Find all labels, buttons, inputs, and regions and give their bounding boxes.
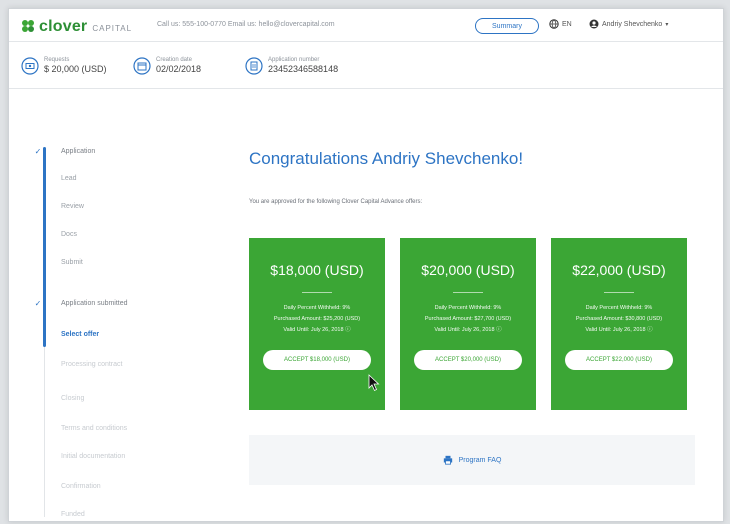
- offer-detail: Valid Until: July 26, 2018 ⓘ: [434, 327, 502, 333]
- application-info-bar: Requests $ 20,000 (USD) Creation date 02…: [9, 42, 723, 89]
- info-requests: Requests $ 20,000 (USD): [21, 56, 107, 75]
- logo-subtext: CAPITAL: [92, 24, 133, 33]
- mouse-cursor-icon: [368, 374, 380, 392]
- offer-card: $20,000 (USD) Daily Percent Withheld: 9%…: [400, 238, 536, 410]
- step-confirmation[interactable]: Confirmation: [33, 483, 101, 490]
- offer-amount: $20,000 (USD): [421, 262, 515, 278]
- contact-info: Call us: 555-100-0770 Email us: hello@cl…: [157, 21, 335, 28]
- offer-card: $18,000 (USD) Daily Percent Withheld: 9%…: [249, 238, 385, 410]
- offer-detail: Valid Until: July 26, 2018 ⓘ: [283, 327, 351, 333]
- info-value: 23452346588148: [268, 64, 339, 74]
- info-value: 02/02/2018: [156, 64, 202, 74]
- step-label: Terms and conditions: [61, 425, 128, 432]
- offer-detail: Purchased Amount: $30,800 (USD): [575, 316, 663, 322]
- page-title: Congratulations Andriy Shevchenko!: [249, 149, 524, 168]
- offer-detail: Purchased Amount: $27,700 (USD): [424, 316, 512, 322]
- offer-card: $22,000 (USD) Daily Percent Withheld: 9%…: [551, 238, 687, 410]
- step-initial-docs[interactable]: Initial documentation: [33, 453, 125, 460]
- info-label: Application number: [268, 57, 320, 63]
- offer-detail: Purchased Amount: $25,200 (USD): [273, 316, 361, 322]
- step-label: Closing: [61, 395, 85, 402]
- logo[interactable]: clover CAPITAL: [21, 17, 132, 36]
- print-icon: [443, 455, 452, 465]
- step-label: Submit: [61, 259, 83, 266]
- progress-rail-pending: [44, 347, 45, 517]
- step-label: Application submitted: [61, 300, 128, 307]
- info-icon[interactable]: ⓘ: [345, 327, 351, 333]
- money-icon: [21, 56, 39, 75]
- info-icon[interactable]: ⓘ: [496, 327, 502, 333]
- faq-label: Program FAQ: [458, 456, 502, 464]
- language-label: EN: [562, 20, 572, 28]
- summary-button[interactable]: Summary: [475, 18, 539, 34]
- info-label: Creation date: [156, 57, 193, 63]
- info-application-number: Application number 23452346588148: [245, 56, 338, 75]
- language-selector[interactable]: EN: [549, 19, 572, 29]
- step-label: Initial documentation: [61, 453, 126, 460]
- info-label: Requests: [44, 57, 70, 63]
- step-review[interactable]: Review: [33, 203, 84, 210]
- app-window: clover CAPITAL Call us: 555-100-0770 Ema…: [8, 8, 724, 522]
- user-menu[interactable]: Andriy Shevchenko ▾: [589, 19, 668, 29]
- step-processing-contract[interactable]: Processing contract: [33, 361, 122, 368]
- step-submit[interactable]: Submit: [33, 259, 83, 266]
- top-bar: clover CAPITAL Call us: 555-100-0770 Ema…: [9, 9, 723, 42]
- offer-detail: Daily Percent Withheld: 9%: [585, 305, 653, 311]
- offer-amount: $22,000 (USD): [572, 262, 666, 278]
- step-label: Docs: [61, 231, 77, 238]
- step-label: Select offer: [61, 331, 100, 338]
- step-funded[interactable]: Funded: [33, 511, 85, 518]
- calendar-icon: [133, 56, 151, 75]
- info-creation-date: Creation date 02/02/2018: [133, 56, 201, 75]
- check-icon: ✓: [34, 147, 42, 156]
- faq-bar[interactable]: Program FAQ: [249, 435, 695, 485]
- step-application[interactable]: ✓ Application: [33, 147, 96, 156]
- document-icon: [245, 56, 263, 75]
- offer-divider: [302, 292, 332, 293]
- user-icon: [589, 19, 599, 29]
- step-select-offer[interactable]: Select offer: [33, 331, 99, 338]
- step-application-submitted[interactable]: ✓ Application submitted: [33, 299, 128, 308]
- step-label: Processing contract: [61, 361, 123, 368]
- offer-divider: [453, 292, 483, 293]
- offer-detail: Daily Percent Withheld: 9%: [434, 305, 502, 311]
- step-label: Confirmation: [61, 483, 101, 490]
- info-value: $ 20,000 (USD): [44, 64, 107, 74]
- info-icon[interactable]: ⓘ: [647, 327, 653, 333]
- step-label: Funded: [61, 511, 85, 518]
- step-label: Review: [61, 203, 84, 210]
- check-icon: ✓: [34, 299, 42, 308]
- step-label: Lead: [61, 175, 77, 182]
- step-lead[interactable]: Lead: [33, 175, 77, 182]
- offer-amount: $18,000 (USD): [270, 262, 364, 278]
- progress-sidebar: ✓ Application Lead Review Docs Submit ✓ …: [33, 139, 203, 519]
- step-docs[interactable]: Docs: [33, 231, 77, 238]
- step-terms[interactable]: Terms and conditions: [33, 425, 127, 432]
- user-name: Andriy Shevchenko: [602, 20, 663, 28]
- clover-logo-icon: [22, 20, 34, 32]
- offer-detail: Daily Percent Withheld: 9%: [283, 305, 351, 311]
- logo-text: clover: [39, 18, 88, 35]
- accept-offer-button[interactable]: ACCEPT $18,000 (USD): [263, 350, 371, 370]
- chevron-down-icon: ▾: [665, 21, 669, 28]
- offers-subtitle: You are approved for the following Clove…: [249, 199, 423, 205]
- step-label: Application: [61, 148, 96, 155]
- offer-divider: [604, 292, 634, 293]
- step-closing[interactable]: Closing: [33, 395, 84, 402]
- accept-offer-button[interactable]: ACCEPT $22,000 (USD): [565, 350, 673, 370]
- accept-offer-button[interactable]: ACCEPT $20,000 (USD): [414, 350, 522, 370]
- offer-detail: Valid Until: July 26, 2018 ⓘ: [585, 327, 653, 333]
- globe-icon: [549, 19, 559, 29]
